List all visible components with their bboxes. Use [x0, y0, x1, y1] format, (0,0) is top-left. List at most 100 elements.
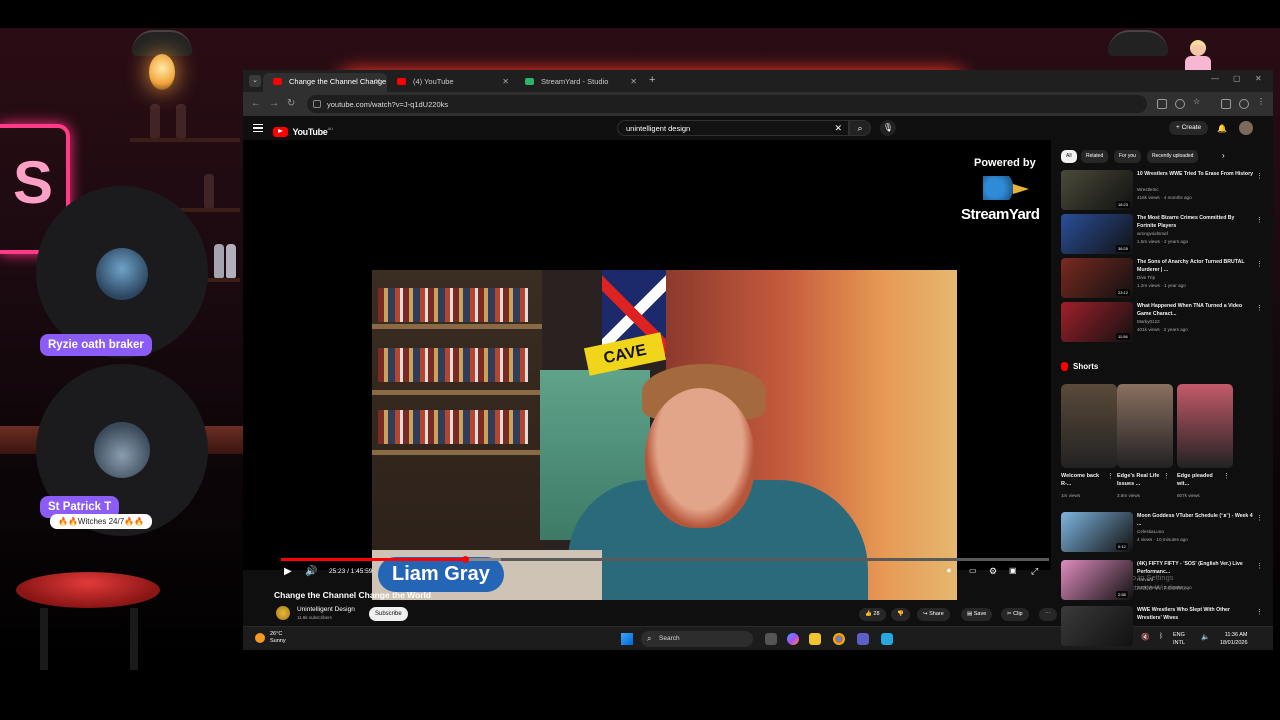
extensions-icon[interactable] — [1221, 99, 1231, 109]
cast-icon[interactable] — [1157, 99, 1167, 109]
notifications-bell-icon[interactable]: 🔔 — [1217, 124, 1227, 133]
participant-tile-1[interactable] — [36, 186, 208, 358]
chrome-icon[interactable] — [833, 633, 845, 645]
subtitles-icon[interactable]: ▭ — [969, 566, 977, 575]
sun-weather-icon[interactable] — [255, 633, 265, 643]
recommended-title[interactable]: WWE Wrestlers Who Slept With Other Wrest… — [1137, 607, 1255, 622]
play-icon[interactable]: ▶ — [284, 566, 292, 577]
more-options-icon[interactable]: ⋮ — [1256, 216, 1263, 224]
taskbar-search[interactable]: ⌕ Search — [641, 631, 753, 647]
recommended-video[interactable]: WWE Wrestlers Who Slept With Other Wrest… — [1061, 606, 1271, 648]
short-thumbnail[interactable] — [1177, 384, 1233, 468]
create-button[interactable]: + Create — [1169, 121, 1209, 135]
tab-youtube-video[interactable]: Change the Channel Change th ✕ — [263, 73, 387, 92]
bookmark-star-icon[interactable]: ☆ — [1193, 97, 1203, 107]
chips-next-icon[interactable]: › — [1217, 148, 1230, 161]
volume-icon[interactable]: 🔊 — [305, 566, 317, 577]
account-avatar[interactable] — [1239, 121, 1253, 135]
address-bar[interactable]: youtube.com/watch?v=J-q1dU220ks — [307, 95, 1147, 113]
recommended-title[interactable]: What Happened When TNA Turned a Video Ga… — [1137, 303, 1255, 318]
file-explorer-icon[interactable] — [809, 633, 821, 645]
teams-icon[interactable] — [857, 633, 869, 645]
copilot-icon[interactable] — [787, 633, 799, 645]
subscribe-button[interactable]: Subscribe — [369, 607, 408, 621]
recommended-title[interactable]: The Most Bizarre Crimes Committed By For… — [1137, 215, 1255, 230]
close-tab-icon[interactable]: ✕ — [630, 77, 637, 86]
recommended-title[interactable]: Moon Goddess VTuber Schedule (ᵔᴥᵔ) - Wee… — [1137, 513, 1255, 528]
weather-widget[interactable]: 26°C Sunny — [270, 631, 286, 645]
maximize-icon[interactable]: ▢ — [1233, 74, 1241, 83]
more-options-icon[interactable]: ⋮ — [1256, 172, 1263, 180]
recommended-title[interactable]: The Sons of Anarchy Actor Turned BRUTAL … — [1137, 259, 1255, 274]
recommended-channel[interactable]: WrestleInc — [1137, 187, 1159, 192]
recommended-channel[interactable]: Marky0122 — [1137, 319, 1160, 324]
recommended-channel[interactable]: Harvard — [1137, 577, 1153, 582]
microphone-icon[interactable]: 🎙 — [880, 120, 896, 136]
recommended-title[interactable]: 10 Wrestlers WWE Tried To Erase From His… — [1137, 171, 1255, 179]
minimize-icon[interactable]: — — [1211, 74, 1219, 83]
like-button[interactable]: 👍 28 — [859, 608, 886, 621]
chip-related[interactable]: Related — [1081, 150, 1109, 163]
recommended-channel[interactable]: CelestiaLuna — [1137, 529, 1164, 534]
chip-all[interactable]: All — [1061, 150, 1077, 163]
short-thumbnail[interactable] — [1117, 384, 1173, 468]
more-actions-icon[interactable]: ⋯ — [1039, 608, 1057, 621]
recommended-channel[interactable]: wrongvoidsmaf — [1137, 231, 1168, 236]
short-more-icon[interactable]: ⋮ — [1163, 472, 1170, 480]
video-player[interactable]: CAVE Liam Gray — [243, 140, 1051, 600]
search-input[interactable]: unintelligent design ✕ — [617, 120, 849, 136]
recommended-video[interactable]: 36:25 The Most Bizarre Crimes Committed B… — [1061, 214, 1271, 256]
close-tab-icon[interactable]: ✕ — [502, 77, 509, 86]
short-title[interactable]: Edge pleaded wit... — [1177, 472, 1221, 488]
short-more-icon[interactable]: ⋮ — [1107, 472, 1114, 480]
youtube-logo[interactable]: YouTubeAU — [273, 123, 333, 137]
video-progress-bar[interactable] — [281, 556, 1049, 563]
tab-youtube-home[interactable]: (4) YouTube ✕ — [387, 73, 515, 92]
tab-search-icon[interactable]: ⌄ — [249, 75, 261, 87]
chip-for-you[interactable]: For you — [1114, 150, 1141, 163]
settings-gear-icon[interactable]: ⚙ — [989, 566, 997, 577]
save-button[interactable]: ▤ Save — [961, 608, 993, 621]
windows-start-icon[interactable] — [621, 633, 633, 645]
channel-name[interactable]: Unintelligent Design — [297, 606, 355, 613]
clear-search-icon[interactable]: ✕ — [834, 123, 842, 134]
more-options-icon[interactable]: ⋮ — [1256, 562, 1263, 570]
close-window-icon[interactable]: ✕ — [1255, 74, 1262, 83]
autoplay-toggle-icon[interactable]: ⏺ — [947, 566, 951, 576]
more-options-icon[interactable]: ⋮ — [1256, 608, 1263, 616]
chip-recently-uploaded[interactable]: Recently uploaded — [1147, 150, 1199, 163]
more-options-icon[interactable]: ⋮ — [1256, 260, 1263, 268]
recommended-video[interactable]: 0:12 Moon Goddess VTuber Schedule (ᵔᴥᵔ) -… — [1061, 512, 1271, 554]
share-button[interactable]: ↪ Share — [917, 608, 950, 621]
more-options-icon[interactable]: ⋮ — [1256, 304, 1263, 312]
short-title[interactable]: Edge's Real Life Issues ... — [1117, 472, 1161, 488]
short-more-icon[interactable]: ⋮ — [1223, 472, 1230, 480]
channel-avatar[interactable] — [276, 606, 290, 620]
menu-icon[interactable]: ⋮ — [1257, 97, 1267, 107]
close-tab-icon[interactable]: ✕ — [374, 77, 381, 86]
recommended-video[interactable]: 2:58 (4K) FIFTY FIFTY - 'SOS' (English Ve… — [1061, 560, 1271, 602]
guide-menu-icon[interactable] — [253, 124, 263, 132]
recommended-video[interactable]: 18:23 10 Wrestlers WWE Tried To Erase Fro… — [1061, 170, 1271, 212]
tab-streamyard[interactable]: StreamYard - Studio ✕ — [515, 73, 643, 92]
zoom-icon[interactable] — [1175, 99, 1185, 109]
new-tab-icon[interactable]: + — [649, 74, 655, 86]
recommended-title[interactable]: (4K) FIFTY FIFTY - 'SOS' (English Ver.) … — [1137, 561, 1255, 576]
search-icon[interactable]: ⌕ — [849, 120, 871, 136]
recommended-channel[interactable]: Dive Trip — [1137, 275, 1155, 280]
back-icon[interactable]: ← — [251, 98, 261, 109]
short-thumbnail[interactable] — [1061, 384, 1117, 468]
task-view-icon[interactable] — [765, 633, 777, 645]
store-icon[interactable] — [881, 633, 893, 645]
clip-button[interactable]: ✂ Clip — [1001, 608, 1029, 621]
video-thumbnail[interactable] — [1061, 606, 1133, 646]
forward-icon[interactable]: → — [269, 98, 279, 109]
reload-icon[interactable]: ↻ — [287, 98, 295, 109]
recommended-video[interactable]: 23:12 The Sons of Anarchy Actor Turned BR… — [1061, 258, 1271, 300]
short-title[interactable]: Welcome back R-... — [1061, 472, 1105, 488]
miniplayer-icon[interactable]: ▣ — [1009, 566, 1017, 575]
recommended-video[interactable]: 11:56 What Happened When TNA Turned a Vid… — [1061, 302, 1271, 344]
profile-icon[interactable] — [1239, 99, 1249, 109]
more-options-icon[interactable]: ⋮ — [1256, 514, 1263, 522]
dislike-button[interactable]: 👎 — [891, 608, 910, 621]
